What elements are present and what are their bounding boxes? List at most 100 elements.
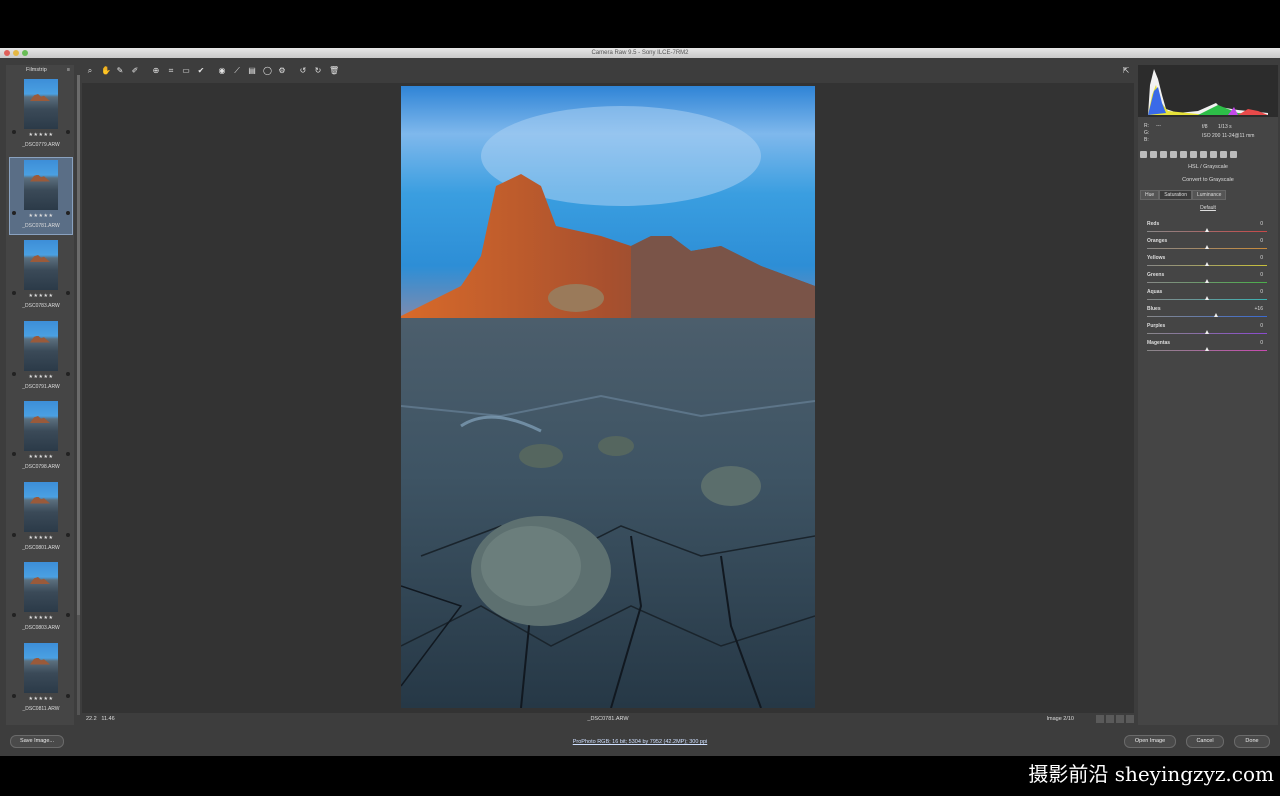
slider-value[interactable]: 0 [1260,340,1263,346]
slider-label: Aquas [1147,289,1163,295]
spot-removal-icon[interactable]: ✔ [197,67,205,75]
thumbnail-filename: _DSC0798.ARW [22,464,60,470]
detail-tab-icon[interactable] [1160,151,1167,158]
slider-track[interactable] [1147,316,1267,317]
red-eye-icon[interactable]: ◉ [218,67,226,75]
status-bar: 22.2 11.46 _DSC0781.ARW Image 2/10 [82,714,1134,724]
slider-label: Greens [1147,272,1165,278]
filmstrip-item[interactable]: ★★★★★ _DSC0791.ARW [10,319,72,395]
filmstrip-item[interactable]: ★★★★★ _DSC0798.ARW [10,399,72,475]
slider-value[interactable]: 0 [1260,289,1263,295]
tab-hue[interactable]: Hue [1140,190,1160,200]
thumbnail-image [24,159,58,210]
star-rating[interactable]: ★★★★★ [10,293,72,299]
targeted-adjust-icon[interactable]: ⊕ [152,67,160,75]
slider-thumb[interactable] [1204,279,1209,283]
slider-thumb[interactable] [1204,296,1209,300]
slider-purples[interactable]: Purples 0 [1147,323,1267,339]
slider-oranges[interactable]: Oranges 0 [1147,238,1267,254]
filmstrip-item[interactable]: ★★★★★ _DSC0779.ARW [10,77,72,153]
filmstrip-menu-icon[interactable]: ≡ [67,67,70,73]
watermark: 摄影前沿 sheyingzyz.com [1028,762,1274,786]
trash-icon[interactable]: 🗑 [329,67,339,75]
slider-aquas[interactable]: Aquas 0 [1147,289,1267,305]
effects-tab-icon[interactable] [1200,151,1207,158]
slider-thumb[interactable] [1204,347,1209,351]
thumbnail-filename: _DSC0803.ARW [22,625,60,631]
star-rating[interactable]: ★★★★★ [10,374,72,380]
image-preview-area[interactable] [82,83,1134,713]
done-button[interactable]: Done [1234,735,1270,748]
filmstrip-item[interactable]: ★★★★★ _DSC0781.ARW [9,156,73,235]
preview-prefs-icon[interactable] [1126,715,1134,723]
convert-grayscale-checkbox[interactable]: Convert to Grayscale [1138,177,1278,183]
slider-thumb[interactable] [1204,245,1209,249]
scrollbar-thumb[interactable] [77,75,80,615]
zoom-icon[interactable]: ⌕ [86,67,94,75]
filmstrip-item[interactable]: ★★★★★ _DSC0811.ARW [10,641,72,717]
slider-value[interactable]: +16 [1255,306,1263,312]
star-rating[interactable]: ★★★★★ [10,454,72,460]
preview-photo[interactable] [401,86,815,708]
star-rating[interactable]: ★★★★★ [10,213,72,219]
hsl-tab-icon[interactable] [1170,151,1177,158]
basic-tab-icon[interactable] [1140,151,1147,158]
rotate-cw-icon[interactable]: ↻ [314,67,322,75]
tab-saturation[interactable]: Saturation [1159,190,1192,200]
hand-icon[interactable]: ✋ [101,67,111,75]
filmstrip-scrollbar[interactable] [77,75,80,715]
rotate-ccw-icon[interactable]: ↺ [299,67,307,75]
slider-thumb[interactable] [1204,228,1209,232]
slider-value[interactable]: 0 [1260,323,1263,329]
slider-thumb[interactable] [1214,313,1219,317]
star-rating[interactable]: ★★★★★ [10,696,72,702]
color-sampler-icon[interactable]: ✐ [131,67,139,75]
slider-thumb[interactable] [1204,262,1209,266]
straighten-icon[interactable]: ▭ [182,67,190,75]
current-filename: _DSC0781.ARW [587,716,629,722]
before-after-icon[interactable] [1096,715,1104,723]
filmstrip-title: Filmstrip [26,67,47,73]
star-rating[interactable]: ★★★★★ [10,132,72,138]
thumbnail-image [24,642,58,693]
white-balance-icon[interactable]: ✎ [116,67,124,75]
slider-value[interactable]: 0 [1260,272,1263,278]
open-image-button[interactable]: Open Image [1124,735,1176,748]
cancel-button[interactable]: Cancel [1186,735,1224,748]
star-rating[interactable]: ★★★★★ [10,615,72,621]
star-rating[interactable]: ★★★★★ [10,535,72,541]
camera-calibration-tab-icon[interactable] [1210,151,1217,158]
image-counter: Image 2/10 [1046,716,1074,722]
fullscreen-icon[interactable]: ⇱ [1122,67,1130,75]
snapshots-tab-icon[interactable] [1230,151,1237,158]
default-link[interactable]: Default [1138,205,1278,211]
slider-blues[interactable]: Blues +16 [1147,306,1267,322]
presets-tab-icon[interactable] [1220,151,1227,158]
slider-value[interactable]: 0 [1260,221,1263,227]
view-mode-icon[interactable] [1106,715,1114,723]
radial-filter-icon[interactable]: ◯ [263,67,272,75]
workflow-options-link[interactable]: ProPhoto RGB; 16 bit; 5304 by 7952 (42.2… [0,739,1280,745]
slider-greens[interactable]: Greens 0 [1147,272,1267,288]
lens-corrections-tab-icon[interactable] [1190,151,1197,158]
slider-thumb[interactable] [1204,330,1209,334]
tab-luminance[interactable]: Luminance [1191,190,1227,200]
filmstrip-item[interactable]: ★★★★★ _DSC0801.ARW [10,480,72,556]
adjustment-brush-icon[interactable]: ⟋ [233,67,241,75]
toolbar: ⌕ ✋ ✎ ✐ ⊕ ⌗ ▭ ✔ ◉ ⟋ ▤ ◯ ⚙ ↺ ↻ 🗑 ⇱ [82,65,1134,77]
tone-curve-tab-icon[interactable] [1150,151,1157,158]
preferences-icon[interactable]: ⚙ [278,67,286,75]
swap-settings-icon[interactable] [1116,715,1124,723]
slider-yellows[interactable]: Yellows 0 [1147,255,1267,271]
slider-label: Yellows [1147,255,1166,261]
crop-icon[interactable]: ⌗ [167,67,175,75]
graduated-filter-icon[interactable]: ▤ [248,67,256,75]
slider-reds[interactable]: Reds 0 [1147,221,1267,237]
split-toning-tab-icon[interactable] [1180,151,1187,158]
slider-label: Magentas [1147,340,1171,346]
filmstrip-item[interactable]: ★★★★★ _DSC0803.ARW [10,560,72,636]
slider-value[interactable]: 0 [1260,238,1263,244]
slider-value[interactable]: 0 [1260,255,1263,261]
slider-magentas[interactable]: Magentas 0 [1147,340,1267,356]
filmstrip-item[interactable]: ★★★★★ _DSC0783.ARW [10,238,72,314]
